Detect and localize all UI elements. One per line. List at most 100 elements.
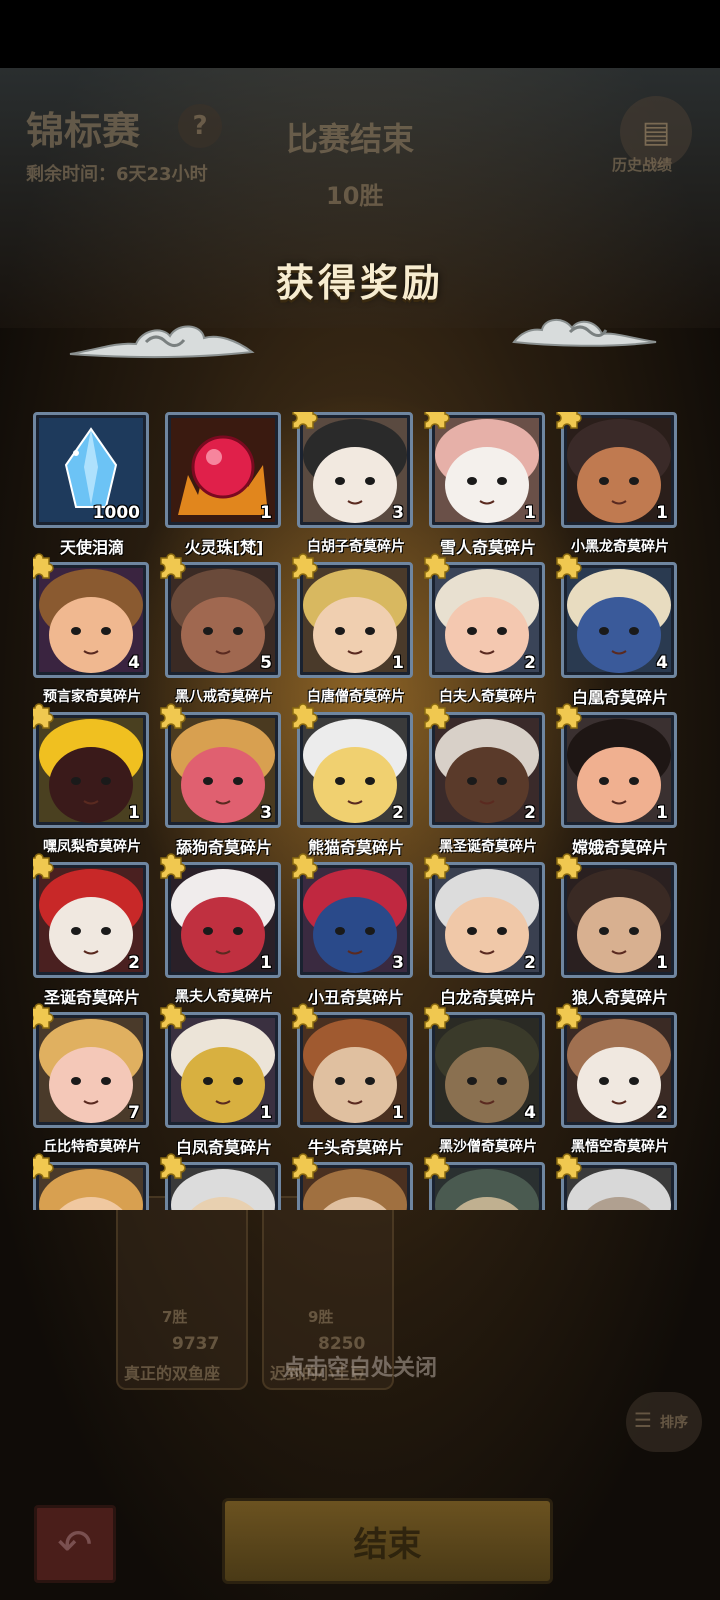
reward-item[interactable]: 2 黑悟空奇莫碎片 <box>556 1003 679 1162</box>
reward-item[interactable]: 4 预言家奇莫碎片 <box>33 553 151 712</box>
reward-frame: 1 <box>165 412 281 528</box>
reward-item[interactable]: 1 黑夫人奇莫碎片 <box>160 853 283 1012</box>
reward-count: 5 <box>260 653 272 673</box>
reward-item[interactable]: 1 火灵珠[梵] <box>165 412 283 562</box>
reward-item[interactable] <box>292 1153 415 1210</box>
cloud-ornament-right-icon <box>512 319 657 347</box>
history-label: 历史战绩 <box>612 156 673 174</box>
puzzle-piece-icon <box>424 1003 450 1029</box>
status-bar <box>0 0 720 68</box>
reward-item[interactable]: 1 嘿凤梨奇莫碎片 <box>33 703 151 862</box>
back-arrow-icon: ↶ <box>57 1519 93 1569</box>
puzzle-piece-icon <box>160 1003 186 1029</box>
reward-count: 1 <box>260 953 272 973</box>
match-status: 比赛结束 <box>286 120 415 158</box>
card-wins: 9胜 <box>308 1308 334 1326</box>
reward-count: 2 <box>392 803 404 823</box>
help-button[interactable]: ? <box>178 104 222 148</box>
wins-count: 10胜 <box>326 182 384 210</box>
reward-count: 3 <box>260 803 272 823</box>
card-wins: 7胜 <box>162 1308 188 1326</box>
reward-item[interactable] <box>556 1153 679 1210</box>
reward-item[interactable]: 1 嫦娥奇莫碎片 <box>556 703 679 862</box>
reward-item[interactable]: 1 小黑龙奇莫碎片 <box>556 412 679 562</box>
reward-item[interactable]: 2 圣诞奇莫碎片 <box>33 853 151 1012</box>
reward-count: 3 <box>392 503 404 523</box>
puzzle-piece-icon <box>292 1153 318 1179</box>
reward-item[interactable]: 2 白夫人奇莫碎片 <box>424 553 547 712</box>
reward-item[interactable]: 1 牛头奇莫碎片 <box>292 1003 415 1162</box>
puzzle-piece-icon <box>424 1153 450 1179</box>
reward-item[interactable]: 2 熊猫奇莫碎片 <box>292 703 415 862</box>
reward-count: 4 <box>128 653 140 673</box>
reward-item[interactable]: 3 舔狗奇莫碎片 <box>160 703 283 862</box>
sort-button[interactable]: ☰ 排序 <box>626 1392 702 1452</box>
puzzle-piece-icon <box>556 1003 582 1029</box>
reward-count: 2 <box>656 1103 668 1123</box>
reward-count: 3 <box>392 953 404 973</box>
reward-count: 1 <box>128 803 140 823</box>
reward-count: 1 <box>656 503 668 523</box>
reward-item[interactable]: 7 丘比特奇莫碎片 <box>33 1003 151 1162</box>
reward-count: 1000 <box>92 503 140 523</box>
puzzle-piece-icon <box>160 703 186 729</box>
reward-count: 2 <box>128 953 140 973</box>
puzzle-piece-icon <box>160 853 186 879</box>
reward-item[interactable] <box>424 1153 547 1210</box>
puzzle-piece-icon <box>292 412 318 429</box>
reward-count: 2 <box>524 653 536 673</box>
puzzle-piece-icon <box>33 553 54 579</box>
reward-count: 1 <box>656 953 668 973</box>
reward-count: 1 <box>656 803 668 823</box>
reward-item[interactable]: 1 白唐僧奇莫碎片 <box>292 553 415 712</box>
reward-count: 4 <box>656 653 668 673</box>
reward-title: 获得奖励 <box>275 261 444 305</box>
reward-item[interactable]: 2 黑圣诞奇莫碎片 <box>424 703 547 862</box>
list-icon: ☰ <box>634 1408 652 1432</box>
puzzle-piece-icon <box>556 1153 582 1179</box>
reward-item[interactable]: 1 雪人奇莫碎片 <box>424 412 547 562</box>
puzzle-piece-icon <box>424 412 450 429</box>
reward-count: 1 <box>392 653 404 673</box>
reward-frame: 1000 <box>33 412 149 528</box>
puzzle-piece-icon <box>292 553 318 579</box>
reward-count: 1 <box>260 503 272 523</box>
end-button[interactable]: 结束 <box>222 1498 553 1584</box>
reward-item[interactable]: 2 白龙奇莫碎片 <box>424 853 547 1012</box>
reward-count: 1 <box>392 1103 404 1123</box>
puzzle-piece-icon <box>160 553 186 579</box>
reward-item[interactable] <box>160 1153 283 1210</box>
reward-item[interactable]: 5 黑八戒奇莫碎片 <box>160 553 283 712</box>
reward-item[interactable]: 3 白胡子奇莫碎片 <box>292 412 415 562</box>
puzzle-piece-icon <box>160 1153 186 1179</box>
reward-item[interactable]: 1 狼人奇莫碎片 <box>556 853 679 1012</box>
puzzle-piece-icon <box>33 853 54 879</box>
puzzle-piece-icon <box>556 412 582 429</box>
puzzle-piece-icon <box>556 853 582 879</box>
puzzle-piece-icon <box>556 703 582 729</box>
close-hint[interactable]: 点击空白处关闭 <box>0 1350 720 1382</box>
remaining-time: 剩余时间：6天23小时 <box>26 164 208 185</box>
reward-count: 2 <box>524 803 536 823</box>
puzzle-piece-icon <box>424 853 450 879</box>
reward-item[interactable]: 1 白凤奇莫碎片 <box>160 1003 283 1162</box>
reward-item[interactable]: 4 黑沙僧奇莫碎片 <box>424 1003 547 1162</box>
puzzle-piece-icon <box>424 703 450 729</box>
reward-item[interactable]: 1000 天使泪滴 <box>33 412 151 562</box>
reward-count: 7 <box>128 1103 140 1123</box>
back-button[interactable]: ↶ <box>34 1505 116 1583</box>
reward-item[interactable]: 4 白凰奇莫碎片 <box>556 553 679 712</box>
reward-item[interactable]: 3 小丑奇莫碎片 <box>292 853 415 1012</box>
puzzle-piece-icon <box>424 553 450 579</box>
sort-label: 排序 <box>660 1415 688 1431</box>
cloud-ornament-left-icon <box>69 325 255 359</box>
puzzle-piece-icon <box>292 1003 318 1029</box>
puzzle-piece-icon <box>33 703 54 729</box>
reward-item[interactable] <box>33 1153 151 1210</box>
puzzle-piece-icon <box>33 1153 54 1179</box>
puzzle-piece-icon <box>33 1003 54 1029</box>
scroll-icon: ▤ <box>641 114 671 150</box>
reward-count: 1 <box>260 1103 272 1123</box>
reward-count: 2 <box>524 953 536 973</box>
puzzle-piece-icon <box>556 553 582 579</box>
